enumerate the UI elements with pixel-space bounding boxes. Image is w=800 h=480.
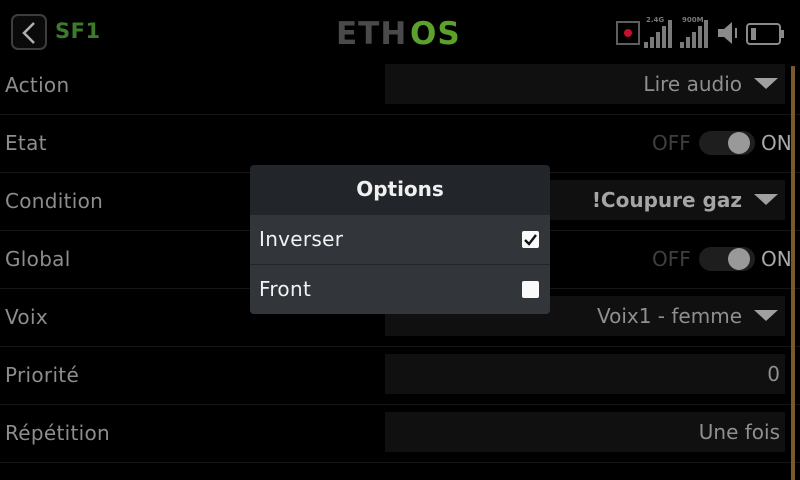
ethos-logo: ETH OS bbox=[336, 16, 461, 50]
dropdown-caret-icon bbox=[754, 78, 778, 89]
status-bar: 2.4G 900M bbox=[616, 14, 792, 50]
row-label: Condition bbox=[5, 189, 104, 213]
dropdown-caret-icon bbox=[754, 310, 778, 321]
toggle-knob bbox=[728, 248, 750, 270]
row-priorite: Priorité 0 bbox=[0, 346, 800, 405]
checkbox-unchecked-icon[interactable] bbox=[522, 281, 539, 298]
scrollbar[interactable] bbox=[791, 66, 795, 480]
row-label: Action bbox=[5, 73, 70, 97]
battery-icon bbox=[746, 23, 784, 45]
title-bar: SF1 ETH OS 2.4G 900M bbox=[0, 0, 800, 62]
signal-2g4-icon: 2.4G bbox=[644, 16, 680, 48]
global-toggle[interactable]: OFF ON bbox=[625, 244, 792, 274]
option-inverser[interactable]: Inverser bbox=[250, 215, 550, 264]
options-dialog: Options Inverser Front bbox=[250, 165, 550, 314]
row-action: Action Lire audio bbox=[0, 56, 800, 115]
svg-text:OS: OS bbox=[410, 16, 461, 50]
record-icon bbox=[616, 21, 640, 45]
row-label: Voix bbox=[5, 305, 48, 329]
checkbox-checked-icon[interactable] bbox=[522, 231, 539, 248]
option-front[interactable]: Front bbox=[250, 265, 550, 314]
svg-text:ETH: ETH bbox=[336, 16, 407, 50]
action-dropdown[interactable]: Lire audio bbox=[385, 64, 785, 104]
repetition-field[interactable]: Une fois bbox=[385, 412, 785, 452]
back-button[interactable] bbox=[11, 14, 47, 50]
dialog-title: Options bbox=[356, 177, 444, 201]
etat-toggle[interactable]: OFF ON bbox=[625, 128, 792, 158]
row-label: Priorité bbox=[5, 363, 80, 387]
back-arrow-icon bbox=[22, 22, 35, 44]
priorite-field[interactable]: 0 bbox=[385, 354, 785, 394]
row-label: Global bbox=[5, 247, 71, 271]
speaker-icon bbox=[718, 22, 737, 44]
screen-title: SF1 bbox=[55, 19, 101, 43]
row-label: Etat bbox=[5, 131, 47, 155]
row-repetition: Répétition Une fois bbox=[0, 404, 800, 463]
dropdown-caret-icon bbox=[754, 194, 778, 205]
row-label: Répétition bbox=[5, 421, 111, 445]
signal-900m-icon: 900M bbox=[680, 16, 716, 48]
toggle-knob bbox=[728, 132, 750, 154]
